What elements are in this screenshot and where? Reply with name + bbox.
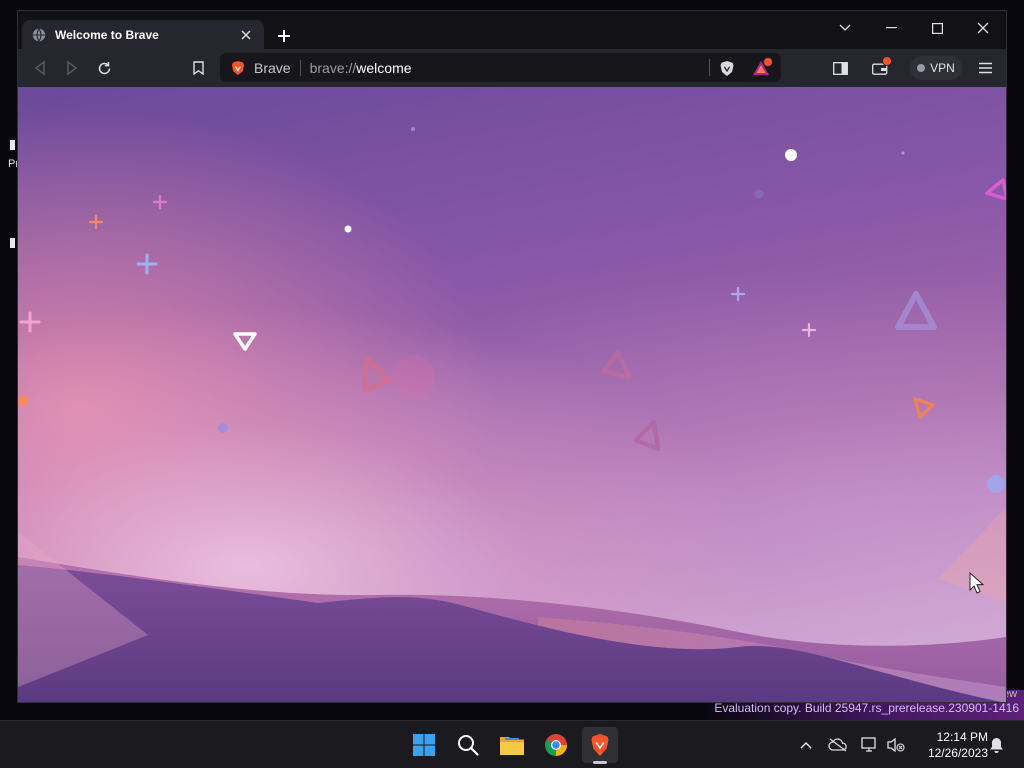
reload-icon bbox=[98, 61, 110, 74]
sparkle-triangle bbox=[985, 178, 1006, 201]
sparkle-triangle bbox=[633, 419, 661, 452]
evaluation-watermark: Evaluation copy. Build 25947.rs_prerelea… bbox=[714, 701, 1019, 715]
vpn-button[interactable]: VPN bbox=[910, 56, 962, 80]
sparkle-plus bbox=[801, 322, 817, 338]
address-bar[interactable]: Brave brave://welcome bbox=[220, 53, 781, 82]
sparkle-plus bbox=[730, 286, 746, 302]
file-explorer-button[interactable] bbox=[494, 727, 530, 763]
url-host: welcome bbox=[356, 59, 412, 76]
chrome-button[interactable] bbox=[538, 727, 574, 763]
show-hidden-icons-button[interactable] bbox=[796, 735, 816, 755]
minimize-button[interactable] bbox=[868, 15, 914, 41]
bookmark-button[interactable] bbox=[186, 57, 210, 79]
brave-rewards-icon[interactable] bbox=[751, 57, 773, 78]
sidebar-icon bbox=[832, 61, 848, 75]
tab-welcome[interactable]: Welcome to Brave bbox=[22, 20, 264, 49]
system-clock[interactable]: 12:14 PM 12/26/2023 bbox=[914, 729, 988, 761]
speaker-muted-icon bbox=[887, 737, 905, 753]
browser-toolbar: Brave brave://welcome VPN bbox=[18, 49, 1006, 87]
close-icon[interactable] bbox=[238, 27, 254, 43]
back-icon bbox=[34, 61, 45, 75]
search-icon bbox=[458, 735, 479, 756]
minimize-icon bbox=[885, 27, 897, 29]
welcome-illustration bbox=[18, 127, 1006, 702]
brave-icon bbox=[591, 734, 609, 756]
chrome-icon bbox=[545, 734, 567, 756]
close-window-button[interactable] bbox=[960, 15, 1006, 41]
chevron-up-icon bbox=[800, 742, 812, 749]
clock-time: 12:14 PM bbox=[936, 730, 988, 744]
start-icon bbox=[413, 734, 435, 756]
close-icon bbox=[977, 22, 989, 34]
network-monitor-icon bbox=[861, 737, 876, 752]
start-button[interactable] bbox=[406, 727, 442, 763]
star-dot bbox=[785, 149, 797, 161]
sparkle-plus bbox=[136, 253, 158, 275]
network-button[interactable] bbox=[860, 735, 880, 755]
bookmark-icon bbox=[192, 61, 204, 75]
sparkle-triangle bbox=[895, 291, 937, 330]
active-app-indicator bbox=[593, 761, 607, 764]
maximize-button[interactable] bbox=[914, 15, 960, 41]
reload-button[interactable] bbox=[92, 57, 116, 79]
url-scheme: brave:// bbox=[309, 59, 357, 76]
sparkle-plus bbox=[152, 194, 168, 210]
cloud-offline-icon bbox=[828, 738, 847, 752]
tab-strip: Welcome to Brave bbox=[18, 11, 1006, 49]
sparkle-triangle bbox=[233, 332, 257, 351]
welcome-page bbox=[18, 87, 1006, 702]
search-button[interactable] bbox=[450, 727, 486, 763]
sparkle-triangle bbox=[601, 349, 632, 380]
star-dot bbox=[344, 225, 352, 233]
file-explorer-icon bbox=[500, 737, 524, 755]
hamburger-menu-icon bbox=[978, 62, 992, 74]
glow-orb bbox=[391, 355, 435, 399]
omnibox-brand: Brave bbox=[254, 59, 291, 76]
star-dot bbox=[18, 396, 28, 406]
sparkle-plus bbox=[88, 214, 104, 230]
forward-icon bbox=[67, 61, 78, 75]
tab-title: Welcome to Brave bbox=[55, 27, 159, 42]
star-dot bbox=[411, 127, 415, 131]
volume-button[interactable] bbox=[886, 735, 906, 755]
brave-taskbar-button[interactable] bbox=[582, 727, 618, 763]
main-menu-button[interactable] bbox=[973, 57, 997, 79]
star-dot bbox=[987, 475, 1005, 493]
plus-icon bbox=[278, 30, 290, 42]
omnibox-right-separator bbox=[709, 59, 710, 76]
sparkle-plus bbox=[19, 311, 41, 333]
maximize-icon bbox=[931, 22, 943, 34]
new-tab-button[interactable] bbox=[272, 24, 296, 48]
clock-date: 12/26/2023 bbox=[927, 746, 988, 760]
sidebar-button[interactable] bbox=[828, 57, 852, 79]
chevron-down-icon bbox=[839, 24, 851, 31]
vpn-label: VPN bbox=[930, 61, 955, 75]
globe-icon bbox=[32, 28, 46, 42]
notification-badge bbox=[882, 56, 892, 66]
dune-front bbox=[18, 565, 1002, 702]
back-button[interactable] bbox=[28, 57, 52, 79]
vpn-status-icon bbox=[917, 64, 926, 72]
notifications-button[interactable] bbox=[986, 735, 1006, 755]
onedrive-button[interactable] bbox=[828, 735, 848, 755]
sparkle-triangle bbox=[362, 355, 392, 393]
sparkle-triangle bbox=[913, 397, 935, 419]
star-dot bbox=[754, 189, 764, 199]
taskbar: 12:14 PM 12/26/2023 bbox=[0, 720, 1024, 768]
tab-search-button[interactable] bbox=[822, 15, 868, 41]
brave-lion-icon bbox=[230, 60, 246, 76]
star-dot bbox=[901, 151, 905, 155]
star-dot bbox=[218, 423, 228, 433]
browser-window: Welcome to Brave Brave brave://welcome V… bbox=[17, 10, 1007, 703]
wallet-button[interactable] bbox=[868, 56, 892, 79]
notification-badge bbox=[763, 57, 773, 67]
brave-shields-icon[interactable] bbox=[717, 58, 737, 78]
forward-button[interactable] bbox=[60, 57, 84, 79]
omnibox-url: brave://welcome bbox=[310, 60, 412, 76]
omnibox-separator bbox=[299, 59, 301, 76]
bell-icon bbox=[989, 738, 1003, 753]
